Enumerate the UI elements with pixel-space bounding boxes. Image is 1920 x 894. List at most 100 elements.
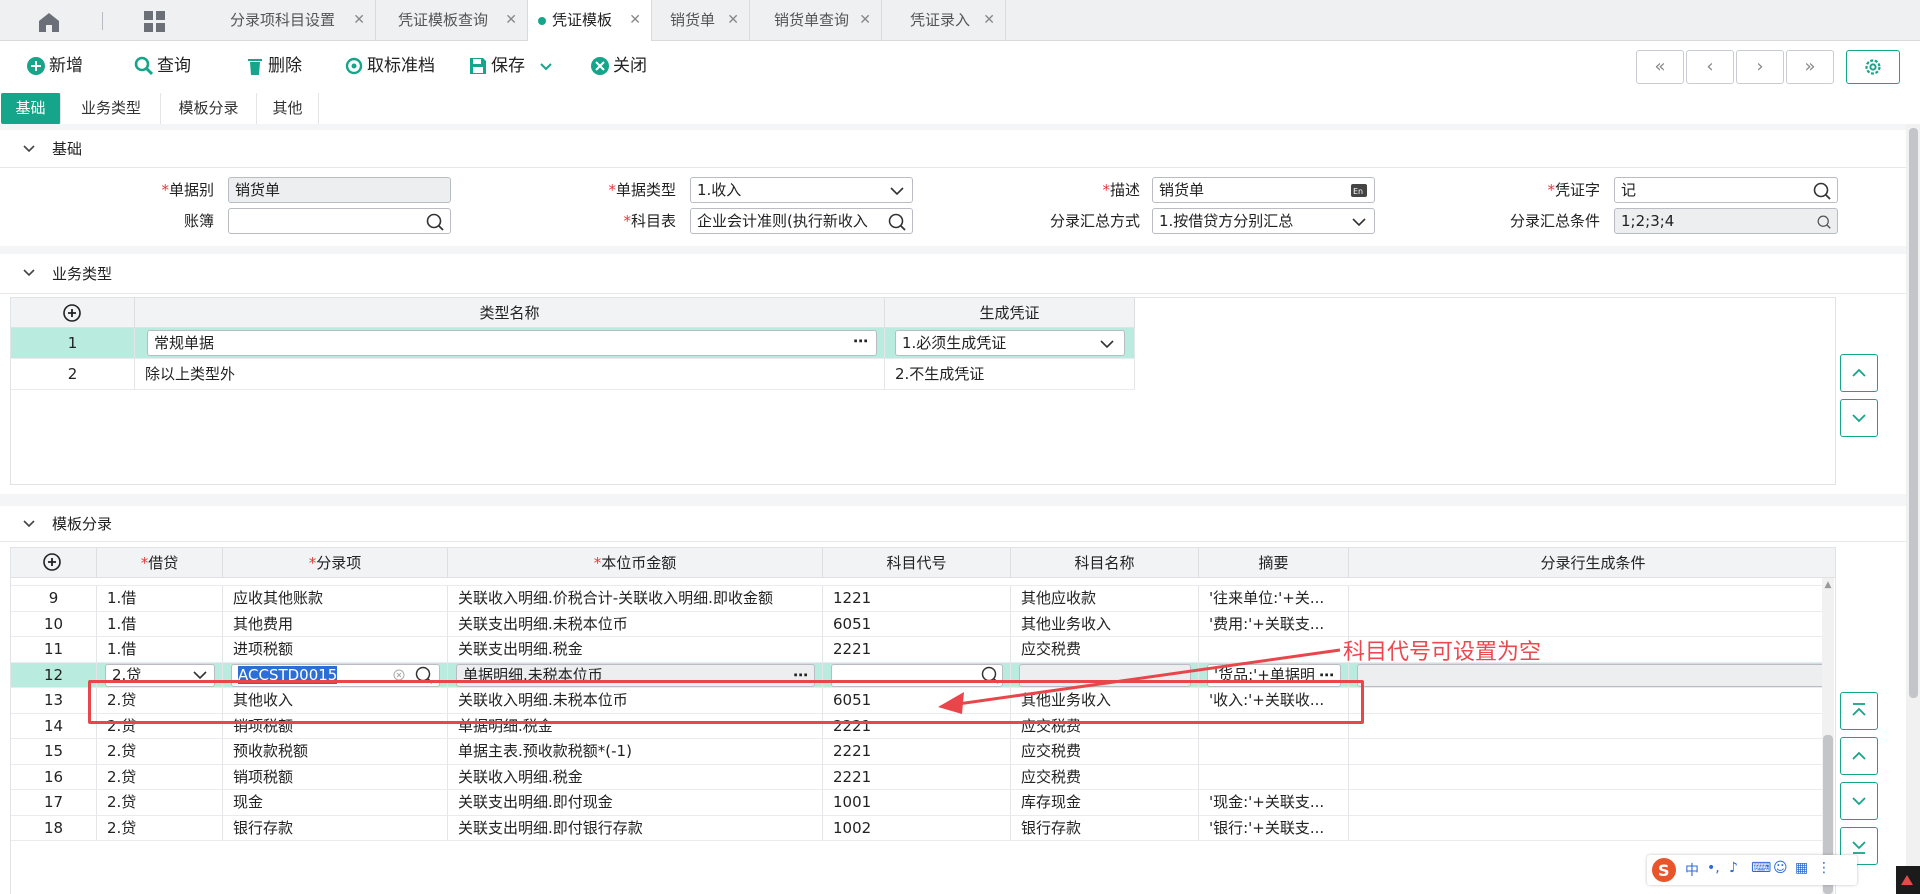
account-name-cell[interactable]: 库存现金 xyxy=(1011,790,1199,816)
entry-item-cell[interactable]: 预收款税额 xyxy=(223,739,448,765)
last-record-button[interactable]: » xyxy=(1786,50,1834,84)
microphone-icon[interactable]: ♪ xyxy=(1729,860,1738,876)
debit-credit-cell[interactable]: 2.贷 xyxy=(97,815,223,841)
condition-cell[interactable] xyxy=(1349,713,1825,739)
scroll-up-arrow-icon[interactable]: ▲ xyxy=(1823,580,1833,590)
type-name-input[interactable]: 常规单据 ⋯ xyxy=(147,330,877,356)
debit-credit-cell[interactable]: 2.贷 xyxy=(97,739,223,765)
move-top-button[interactable] xyxy=(1840,692,1878,730)
memo-cell[interactable]: '现金:'+关联支... xyxy=(1199,790,1349,816)
column-header[interactable]: *分录项 xyxy=(223,548,448,578)
move-down-button[interactable] xyxy=(1840,782,1878,820)
amount-cell[interactable]: 单据主表.预收款税额*(-1) xyxy=(448,739,823,765)
debit-credit-cell[interactable]: 1.借 xyxy=(97,586,223,612)
next-record-button[interactable]: › xyxy=(1736,50,1784,84)
close-icon[interactable]: ✕ xyxy=(983,0,995,41)
condition-cell[interactable] xyxy=(1349,790,1825,816)
toolbox-icon[interactable]: ▦ xyxy=(1795,860,1808,876)
account-name-cell[interactable]: 其他业务收入 xyxy=(1011,611,1199,637)
add-row-button[interactable] xyxy=(11,298,135,328)
ime-toolbar[interactable]: S 中 •, ♪ ⌨ ☺ ▦ ⋮ xyxy=(1647,855,1857,885)
add-row-button[interactable] xyxy=(11,548,97,578)
voucher-word-input[interactable]: 记 xyxy=(1614,177,1838,203)
condition-cell[interactable] xyxy=(1349,662,1825,688)
page-scroll-thumb[interactable] xyxy=(1909,128,1918,698)
close-icon[interactable]: ✕ xyxy=(353,0,365,41)
account-code-cell[interactable]: 6051 xyxy=(823,611,1011,637)
section-entries-header[interactable]: 模板分录 xyxy=(0,506,1906,542)
entry-item-cell[interactable]: 现金 xyxy=(223,790,448,816)
debit-credit-cell[interactable]: 1.借 xyxy=(97,637,223,663)
amount-cell[interactable]: 关联支出明细.税金 xyxy=(448,637,823,663)
condition-input[interactable] xyxy=(1357,663,1824,687)
entry-item-cell[interactable]: 其他费用 xyxy=(223,611,448,637)
entry-item-cell[interactable]: 银行存款 xyxy=(223,815,448,841)
section-basic-header[interactable]: 基础 xyxy=(0,130,1906,168)
first-record-button[interactable]: « xyxy=(1636,50,1684,84)
prev-record-button[interactable]: ‹ xyxy=(1686,50,1734,84)
menu-icon[interactable]: ⋮ xyxy=(1817,860,1831,876)
ime-punct-icon[interactable]: •, xyxy=(1707,860,1720,876)
tab-template-query[interactable]: 凭证模板查询 ✕ xyxy=(376,0,528,41)
amount-cell[interactable]: 关联支出明细.即付银行存款 xyxy=(448,815,823,841)
save-dropdown-chevron-icon[interactable] xyxy=(538,54,558,78)
memo-cell[interactable]: '银行:'+关联支... xyxy=(1199,815,1349,841)
memo-cell[interactable] xyxy=(1199,739,1349,765)
apps-grid-icon[interactable] xyxy=(143,10,167,34)
close-icon[interactable]: ✕ xyxy=(727,0,739,41)
memo-cell[interactable]: '费用:'+关联支... xyxy=(1199,611,1349,637)
close-icon[interactable]: ✕ xyxy=(505,0,517,41)
column-header[interactable]: *借贷 xyxy=(97,548,223,578)
gen-voucher-cell[interactable]: 2.不生成凭证 xyxy=(885,359,1135,390)
memo-cell[interactable]: '往来单位:'+关... xyxy=(1199,586,1349,612)
account-name-cell[interactable]: 应交税费 xyxy=(1011,739,1199,765)
account-code-cell[interactable]: 1001 xyxy=(823,790,1011,816)
account-name-cell[interactable]: 其他应收款 xyxy=(1011,586,1199,612)
column-header[interactable]: 分录行生成条件 xyxy=(1349,548,1835,578)
desc-input[interactable]: 销货单 En xyxy=(1152,177,1375,203)
condition-cell[interactable] xyxy=(1349,764,1825,790)
entry-item-cell[interactable]: 应收其他账款 xyxy=(223,586,448,612)
subtab-biztype[interactable]: 业务类型 xyxy=(62,93,161,124)
close-icon[interactable]: ✕ xyxy=(629,0,641,41)
type-name-cell[interactable]: 除以上类型外 xyxy=(135,359,885,390)
condition-cell[interactable] xyxy=(1349,586,1825,612)
gen-voucher-select[interactable]: 1.必须生成凭证 xyxy=(895,330,1125,356)
tray-icon[interactable] xyxy=(1896,866,1920,894)
amount-cell[interactable]: 关联支出明细.即付现金 xyxy=(448,790,823,816)
amount-cell[interactable]: 关联收入明细.税金 xyxy=(448,764,823,790)
close-icon[interactable]: ✕ xyxy=(859,0,871,41)
ellipsis-icon[interactable]: ⋯ xyxy=(853,331,868,353)
tab-voucher-template[interactable]: 凭证模板 ✕ xyxy=(528,0,652,41)
ime-lang[interactable]: 中 xyxy=(1685,860,1699,880)
column-header[interactable]: 科目代号 xyxy=(823,548,1011,578)
account-code-cell[interactable]: 1002 xyxy=(823,815,1011,841)
gen-voucher-cell[interactable]: 1.必须生成凭证 xyxy=(885,328,1135,359)
account-name-cell[interactable]: 银行存款 xyxy=(1011,815,1199,841)
condition-cell[interactable] xyxy=(1349,815,1825,841)
memo-cell[interactable] xyxy=(1199,764,1349,790)
tab-entry-account-setting[interactable]: 分录项科目设置 ✕ xyxy=(218,0,376,41)
amount-cell[interactable]: 关联支出明细.未税本位币 xyxy=(448,611,823,637)
column-header[interactable]: *本位币金额 xyxy=(448,548,823,578)
debit-credit-cell[interactable]: 2.贷 xyxy=(97,790,223,816)
condition-cell[interactable] xyxy=(1349,688,1825,714)
account-code-cell[interactable]: 2221 xyxy=(823,739,1011,765)
condition-cell[interactable] xyxy=(1349,739,1825,765)
skin-icon[interactable]: ☺ xyxy=(1773,860,1788,876)
tab-sales-bill-query[interactable]: 销货单查询 ✕ xyxy=(750,0,882,41)
amount-cell[interactable]: 关联收入明细.价税合计-关联收入明细.即收金额 xyxy=(448,586,823,612)
account-code-cell[interactable]: 2221 xyxy=(823,764,1011,790)
debit-credit-cell[interactable]: 1.借 xyxy=(97,611,223,637)
subtab-basic[interactable]: 基础 xyxy=(1,93,61,124)
summary-method-select[interactable]: 1.按借贷方分别汇总 xyxy=(1152,208,1375,234)
entry-item-cell[interactable]: 进项税额 xyxy=(223,637,448,663)
settings-button[interactable] xyxy=(1846,50,1900,84)
move-down-button[interactable] xyxy=(1840,399,1878,437)
tab-voucher-entry[interactable]: 凭证录入 ✕ xyxy=(882,0,1006,41)
keyboard-icon[interactable]: ⌨ xyxy=(1751,860,1771,876)
debit-credit-cell[interactable]: 2.贷 xyxy=(97,764,223,790)
account-table-input[interactable]: 企业会计准则(执行新收入 xyxy=(690,208,913,234)
bill-kind-select[interactable]: 1.收入 xyxy=(690,177,913,203)
column-header[interactable]: 摘要 xyxy=(1199,548,1349,578)
